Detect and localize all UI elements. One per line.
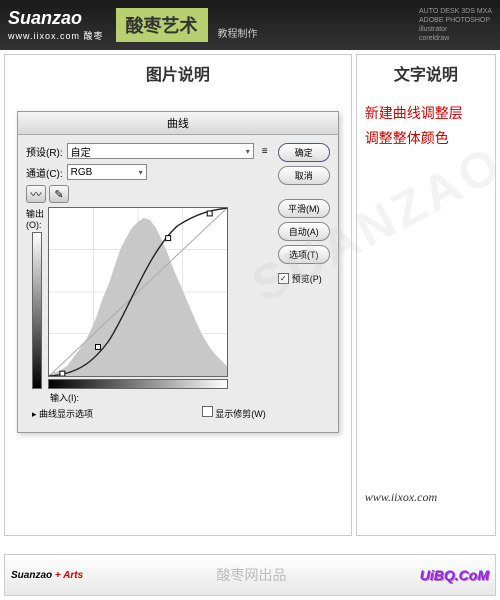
smooth-button[interactable]: 平滑(M): [278, 199, 330, 218]
histogram-shape: [49, 218, 227, 376]
dialog-title: 曲线: [18, 112, 338, 135]
curve-point: [95, 344, 100, 349]
input-label: 输入(I):: [50, 391, 272, 404]
text-line: 新建曲线调整层: [365, 101, 487, 126]
channel-value: RGB: [71, 167, 93, 178]
options-button[interactable]: 选项(T): [278, 245, 330, 264]
curve-point: [166, 236, 171, 241]
preset-label: 预设(R):: [26, 144, 63, 159]
banner-brand-block: Suanzao www.iixox.com 酸枣: [8, 8, 104, 42]
brand-url: www.iixox.com 酸枣: [8, 29, 104, 42]
instruction-text: 新建曲线调整层 调整整体颜色: [357, 91, 495, 161]
text-column-title: 文字说明: [357, 55, 495, 91]
preset-value: 自定: [71, 144, 91, 159]
curve-area: 输出(O):: [26, 207, 272, 389]
top-banner: Suanzao www.iixox.com 酸枣 酸枣艺术 教程制作 AUTO …: [0, 0, 500, 50]
channel-select[interactable]: RGB ▾: [67, 164, 147, 180]
main-columns: 图片说明 曲线 预设(R): 自定 ▾ ≡ 通道(C):: [0, 50, 500, 540]
curve-tools: 〰 ✎: [26, 185, 272, 203]
footer-mid-text: 酸枣网出品: [83, 565, 420, 585]
show-clipping-check[interactable]: 显示修剪(W): [202, 406, 266, 420]
checkbox-icon: [202, 406, 213, 417]
point-curve-tool[interactable]: 〰: [26, 185, 46, 203]
pencil-curve-tool[interactable]: ✎: [49, 185, 69, 203]
curve-svg: [49, 208, 227, 376]
footer-url: UiBQ.CoM: [420, 567, 489, 583]
curves-dialog: 曲线 预设(R): 自定 ▾ ≡ 通道(C): RGB: [17, 111, 339, 433]
preset-row: 预设(R): 自定 ▾ ≡: [26, 143, 272, 159]
horizontal-gradient: [48, 379, 228, 389]
text-line: 调整整体颜色: [365, 126, 487, 151]
bottom-footer: Suanzao + Arts 酸枣网出品 UiBQ.CoM: [4, 554, 496, 596]
preset-menu-icon[interactable]: ≡: [258, 144, 272, 158]
image-column-title: 图片说明: [5, 55, 351, 91]
app-line: illustrator: [419, 25, 492, 34]
banner-subtitle: 教程制作: [218, 25, 258, 40]
brand-text: Suanzao: [8, 8, 104, 29]
app-line: ADOBE PHOTOSHOP: [419, 16, 492, 25]
channel-label: 通道(C):: [26, 165, 63, 180]
display-options-toggle[interactable]: ▸ 曲线显示选项: [32, 407, 93, 420]
output-axis: 输出(O):: [26, 207, 48, 389]
app-line: coreldraw: [419, 34, 492, 43]
auto-button[interactable]: 自动(A): [278, 222, 330, 241]
ok-button[interactable]: 确定: [278, 143, 330, 162]
banner-apps: AUTO DESK 3DS MXA ADOBE PHOTOSHOP illust…: [419, 7, 492, 43]
cancel-button[interactable]: 取消: [278, 166, 330, 185]
channel-row: 通道(C): RGB ▾: [26, 164, 272, 180]
chevron-down-icon: ▾: [246, 147, 250, 156]
output-label: 输出(O):: [26, 207, 48, 230]
curve-canvas[interactable]: [48, 207, 228, 377]
text-column: SUANZAO 文字说明 新建曲线调整层 调整整体颜色 www.iixox.co…: [356, 54, 496, 536]
image-column: 图片说明 曲线 预设(R): 自定 ▾ ≡ 通道(C):: [4, 54, 352, 536]
checkbox-icon: ✓: [278, 273, 289, 284]
banner-title: 酸枣艺术: [116, 8, 208, 42]
dialog-buttons: 确定 取消 平滑(M) 自动(A) 选项(T) ✓ 预览(P): [278, 143, 330, 424]
chevron-down-icon: ▾: [139, 168, 143, 177]
footer-brand: Suanzao + Arts: [11, 570, 83, 581]
preset-select[interactable]: 自定 ▾: [67, 143, 254, 159]
vertical-gradient: [32, 232, 42, 389]
curve-point: [60, 371, 65, 376]
preview-check[interactable]: ✓ 预览(P): [278, 272, 330, 285]
app-line: AUTO DESK 3DS MXA: [419, 7, 492, 16]
curve-point: [207, 211, 212, 216]
column-url: www.iixox.com: [357, 460, 495, 535]
